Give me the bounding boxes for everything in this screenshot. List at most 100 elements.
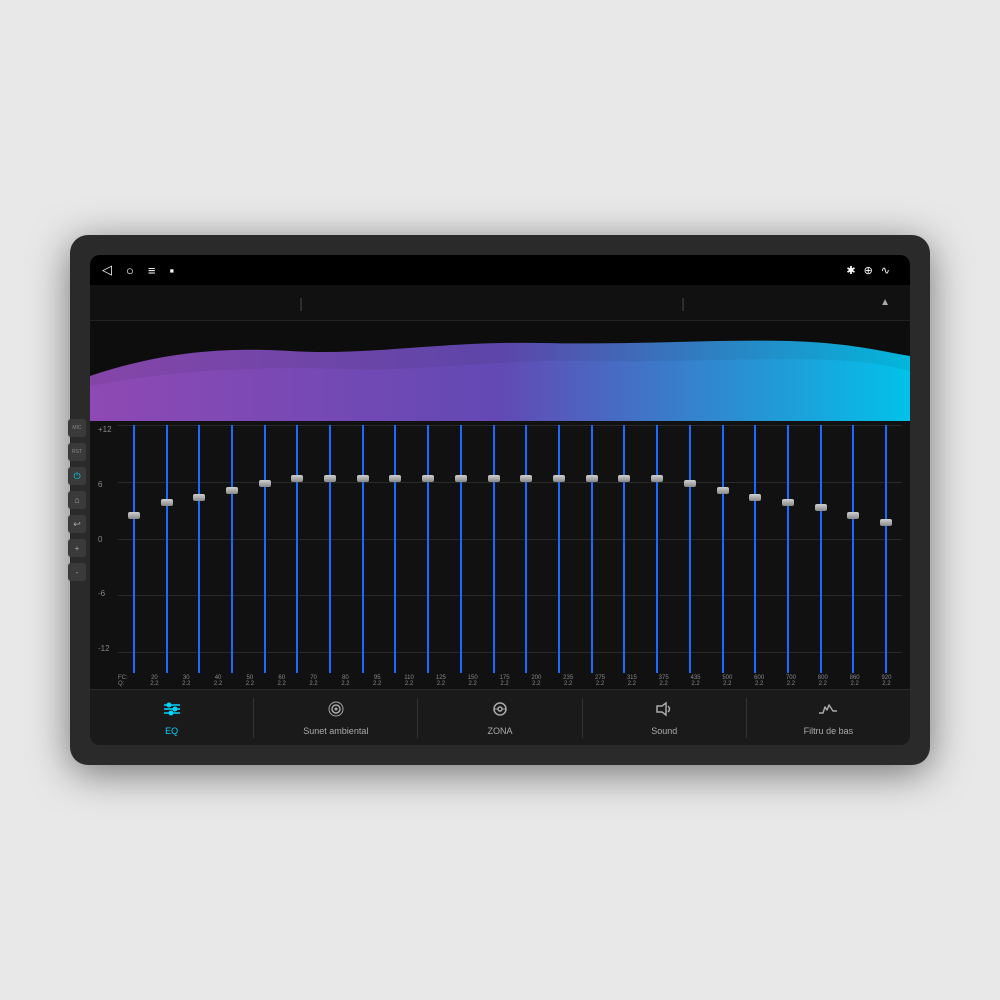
slider-handle-235[interactable]	[553, 475, 565, 482]
slider-col-500[interactable]	[707, 425, 739, 673]
mic-button[interactable]: MIC	[68, 419, 86, 437]
custom-mode[interactable]: ▲	[874, 297, 890, 308]
back-nav-icon[interactable]: ◁	[102, 262, 112, 278]
mode-arrow-icon: ▲	[880, 297, 890, 308]
slider-col-70[interactable]	[282, 425, 314, 673]
slider-handle-435[interactable]	[684, 480, 696, 487]
slider-col-700[interactable]	[772, 425, 804, 673]
slider-handle-60[interactable]	[259, 480, 271, 487]
slider-handle-860[interactable]	[847, 512, 859, 519]
power-button[interactable]: ⏻	[68, 467, 86, 485]
eq-scale: +12 6 0 -6 -12	[98, 425, 902, 673]
bottom-nav: EQ Sunet ambiental	[90, 689, 910, 745]
slider-handle-920[interactable]	[880, 519, 892, 526]
sound-icon	[653, 700, 675, 723]
slider-col-200[interactable]	[510, 425, 542, 673]
slider-track-860	[852, 425, 854, 673]
slider-col-20[interactable]	[118, 425, 150, 673]
slider-handle-200[interactable]	[520, 475, 532, 482]
slider-col-235[interactable]	[543, 425, 575, 673]
slider-col-860[interactable]	[837, 425, 869, 673]
slider-track-125	[427, 425, 429, 673]
freq-label-col-110: 1102.2	[394, 675, 425, 687]
sliders-row	[118, 425, 902, 673]
slider-handle-800[interactable]	[815, 504, 827, 511]
slider-col-60[interactable]	[249, 425, 281, 673]
vol-up-button[interactable]: +	[68, 539, 86, 557]
tab-filtru[interactable]: Filtru de bas	[747, 690, 910, 745]
slider-col-800[interactable]	[805, 425, 837, 673]
menu-nav-icon[interactable]: ≡	[148, 263, 156, 278]
slider-handle-500[interactable]	[717, 487, 729, 494]
slider-col-110[interactable]	[380, 425, 412, 673]
slider-track-920	[885, 425, 887, 673]
q-value-150: 2.2	[457, 681, 488, 687]
slider-handle-125[interactable]	[422, 475, 434, 482]
q-value-315: 2.2	[616, 681, 647, 687]
slider-col-80[interactable]	[314, 425, 346, 673]
home-nav-icon[interactable]: ○	[126, 263, 134, 278]
slider-col-50[interactable]	[216, 425, 248, 673]
slider-handle-275[interactable]	[586, 475, 598, 482]
slider-handle-40[interactable]	[193, 494, 205, 501]
slider-handle-20[interactable]	[128, 512, 140, 519]
q-value-375: 2.2	[648, 681, 679, 687]
slider-handle-315[interactable]	[618, 475, 630, 482]
home-button[interactable]: ⌂	[68, 491, 86, 509]
slider-col-30[interactable]	[151, 425, 183, 673]
slider-handle-95[interactable]	[357, 475, 369, 482]
tab-sunet[interactable]: Sunet ambiental	[254, 690, 417, 745]
device-body: MIC RST ⏻ ⌂ ↩ + - ◁ ○ ≡ ▪ ✱ ⊕ ∿ |	[70, 235, 930, 765]
slider-track-150	[460, 425, 462, 673]
q-value-920: 2.2	[871, 681, 902, 687]
wifi-icon: ∿	[881, 264, 890, 277]
slider-col-435[interactable]	[674, 425, 706, 673]
slider-handle-600[interactable]	[749, 494, 761, 501]
slider-handle-70[interactable]	[291, 475, 303, 482]
slider-handle-175[interactable]	[488, 475, 500, 482]
recent-nav-icon[interactable]: ▪	[169, 263, 174, 278]
rst-button[interactable]: RST	[68, 443, 86, 461]
slider-col-125[interactable]	[412, 425, 444, 673]
slider-handle-110[interactable]	[389, 475, 401, 482]
slider-col-375[interactable]	[641, 425, 673, 673]
freq-label-col-435: 4352.2	[680, 675, 711, 687]
slider-handle-150[interactable]	[455, 475, 467, 482]
freq-label-col-700: 7002.2	[776, 675, 807, 687]
slider-track-20	[133, 425, 135, 673]
slider-handle-50[interactable]	[226, 487, 238, 494]
tab-zona-label: ZONA	[488, 726, 513, 736]
freq-label-col-20: 202.2	[139, 675, 170, 687]
freq-label-col-800: 8002.2	[807, 675, 838, 687]
freq-label-col-315: 3152.2	[616, 675, 647, 687]
tab-zona[interactable]: ZONA	[418, 690, 581, 745]
slider-handle-30[interactable]	[161, 499, 173, 506]
fc-q-prefix: FC:Q:	[118, 675, 138, 687]
slider-handle-80[interactable]	[324, 475, 336, 482]
slider-track-275	[591, 425, 593, 673]
slider-col-275[interactable]	[576, 425, 608, 673]
slider-col-95[interactable]	[347, 425, 379, 673]
slider-handle-700[interactable]	[782, 499, 794, 506]
slider-col-40[interactable]	[183, 425, 215, 673]
q-value-860: 2.2	[839, 681, 870, 687]
slider-col-920[interactable]	[870, 425, 902, 673]
frequency-labels: FC:Q: 202.2302.2402.2502.2602.2702.2802.…	[118, 675, 902, 687]
slider-col-150[interactable]	[445, 425, 477, 673]
vol-down-button[interactable]: -	[68, 563, 86, 581]
slider-col-315[interactable]	[609, 425, 641, 673]
slider-col-175[interactable]	[478, 425, 510, 673]
zona-icon	[489, 700, 511, 723]
q-value-50: 2.2	[234, 681, 265, 687]
bluetooth-icon: ✱	[846, 264, 855, 277]
slider-col-600[interactable]	[739, 425, 771, 673]
back-button[interactable]: ↩	[68, 515, 86, 533]
q-value-500: 2.2	[712, 681, 743, 687]
slider-handle-375[interactable]	[651, 475, 663, 482]
separator-1: |	[299, 295, 303, 311]
q-value-800: 2.2	[807, 681, 838, 687]
tab-eq[interactable]: EQ	[90, 690, 253, 745]
tab-sound[interactable]: Sound	[583, 690, 746, 745]
separator-2: |	[681, 295, 685, 311]
slider-track-500	[722, 425, 724, 673]
